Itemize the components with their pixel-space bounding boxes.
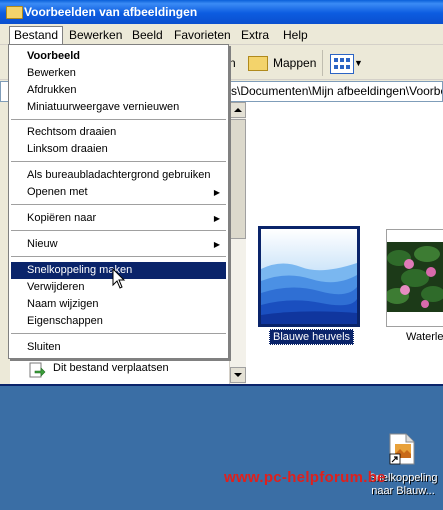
menu-item-label: Als bureaubladachtergrond gebruiken (27, 169, 211, 181)
file-name-waterlelies[interactable]: Waterle (406, 331, 443, 343)
menu-item-eigenschappen[interactable]: Eigenschappen (11, 313, 226, 330)
address-value: rs\Documenten\Mijn afbeeldingen\Voorbeel… (227, 84, 442, 98)
menu-item-label: Naam wijzigen (27, 298, 99, 310)
desktop-shortcut-caption-line2: naar Blauw... (371, 485, 435, 497)
menu-beeld[interactable]: Beeld (128, 27, 167, 43)
menu-item-bureaubladachtergrond[interactable]: Als bureaubladachtergrond gebruiken (11, 167, 226, 184)
search-button-label[interactable]: n (229, 51, 236, 75)
menu-bewerken[interactable]: Bewerken (65, 27, 126, 43)
desktop-shortcut[interactable]: Snelkoppeling naar Blauw... (366, 432, 440, 502)
menu-item-label: Openen met (27, 186, 88, 198)
file-thumbnail-waterlelies[interactable] (386, 229, 443, 327)
menu-separator (11, 256, 226, 258)
views-icon (330, 54, 354, 74)
menu-separator (11, 333, 226, 335)
menu-item-label: Sluiten (27, 341, 61, 353)
menu-separator (11, 161, 226, 163)
submenu-arrow-icon: ▶ (213, 188, 220, 197)
menu-item-miniatuurweergave-vernieuwen[interactable]: Miniatuurweergave vernieuwen (11, 99, 226, 116)
folders-button-label: Mappen (273, 56, 317, 70)
submenu-arrow-icon: ▶ (213, 214, 220, 223)
menu-item-label: Bewerken (27, 67, 76, 79)
move-file-icon (28, 361, 46, 379)
menu-bestand[interactable]: Bestand (9, 26, 64, 46)
task-pane: Dit bestand verplaatsen (10, 358, 229, 384)
menu-item-label: Eigenschappen (27, 315, 103, 327)
menu-item-voorbeeld[interactable]: Voorbeeld (11, 48, 226, 65)
menu-separator (11, 119, 226, 121)
water-lilies-image (387, 230, 443, 326)
menu-separator (11, 204, 226, 206)
menu-favorieten[interactable]: Favorieten (170, 27, 235, 43)
folders-button[interactable]: Mappen (246, 51, 318, 75)
menu-item-linksom-draaien[interactable]: Linksom draaien (11, 141, 226, 158)
menu-item-label: Linksom draaien (27, 143, 108, 155)
menu-item-label: Verwijderen (27, 281, 85, 293)
title-bar[interactable]: Voorbeelden van afbeeldingen (0, 0, 443, 24)
menu-item-bewerken[interactable]: Bewerken (11, 65, 226, 82)
bestand-dropdown-menu: Voorbeeld Bewerken Afdrukken Miniatuurwe… (8, 44, 229, 359)
menu-item-nieuw[interactable]: Nieuw ▶ (11, 236, 226, 253)
file-view: Blauwe heuvels Waterle (246, 102, 443, 384)
chevron-down-icon: ▼ (354, 58, 363, 68)
scroll-down-arrow[interactable] (230, 367, 246, 383)
views-button[interactable]: ▼ (328, 51, 363, 75)
file-name-blauwe-heuvels[interactable]: Blauwe heuvels (269, 329, 355, 345)
window-title: Voorbeelden van afbeeldingen (24, 5, 198, 19)
menu-item-afdrukken[interactable]: Afdrukken (11, 82, 226, 99)
menu-item-sluiten[interactable]: Sluiten (11, 339, 226, 356)
shortcut-file-icon (389, 433, 415, 465)
file-thumbnail-blauwe-heuvels[interactable] (258, 226, 360, 327)
menu-extra[interactable]: Extra (237, 27, 273, 43)
menu-item-label: Afdrukken (27, 84, 77, 96)
menu-item-label: Nieuw (27, 238, 58, 250)
menu-item-label: Rechtsom draaien (27, 126, 117, 138)
move-file-link[interactable]: Dit bestand verplaatsen (53, 362, 169, 374)
mouse-cursor-icon (112, 268, 126, 289)
menu-separator (11, 230, 226, 232)
folder-icon (248, 56, 268, 71)
menu-item-naam-wijzigen[interactable]: Naam wijzigen (11, 296, 226, 313)
menu-bar: Bestand Bewerken Beeld Favorieten Extra … (0, 24, 443, 46)
menu-help[interactable]: Help (279, 27, 312, 43)
menu-item-openen-met[interactable]: Openen met ▶ (11, 184, 226, 201)
menu-item-label: Voorbeeld (27, 50, 80, 62)
scroll-up-arrow[interactable] (230, 102, 246, 118)
menu-item-label: Miniatuurweergave vernieuwen (27, 101, 180, 113)
scroll-thumb[interactable] (230, 119, 246, 239)
menu-item-rechtsom-draaien[interactable]: Rechtsom draaien (11, 124, 226, 141)
watermark: www.pc-helpforum.be (224, 469, 386, 486)
submenu-arrow-icon: ▶ (213, 240, 220, 249)
menu-item-kopieren-naar[interactable]: Kopiëren naar ▶ (11, 210, 226, 227)
toolbar-separator (322, 50, 323, 76)
menu-item-label: Kopiëren naar (27, 212, 97, 224)
folder-icon (6, 6, 23, 19)
vertical-scrollbar[interactable] (229, 102, 246, 384)
blue-hills-image (261, 229, 357, 324)
